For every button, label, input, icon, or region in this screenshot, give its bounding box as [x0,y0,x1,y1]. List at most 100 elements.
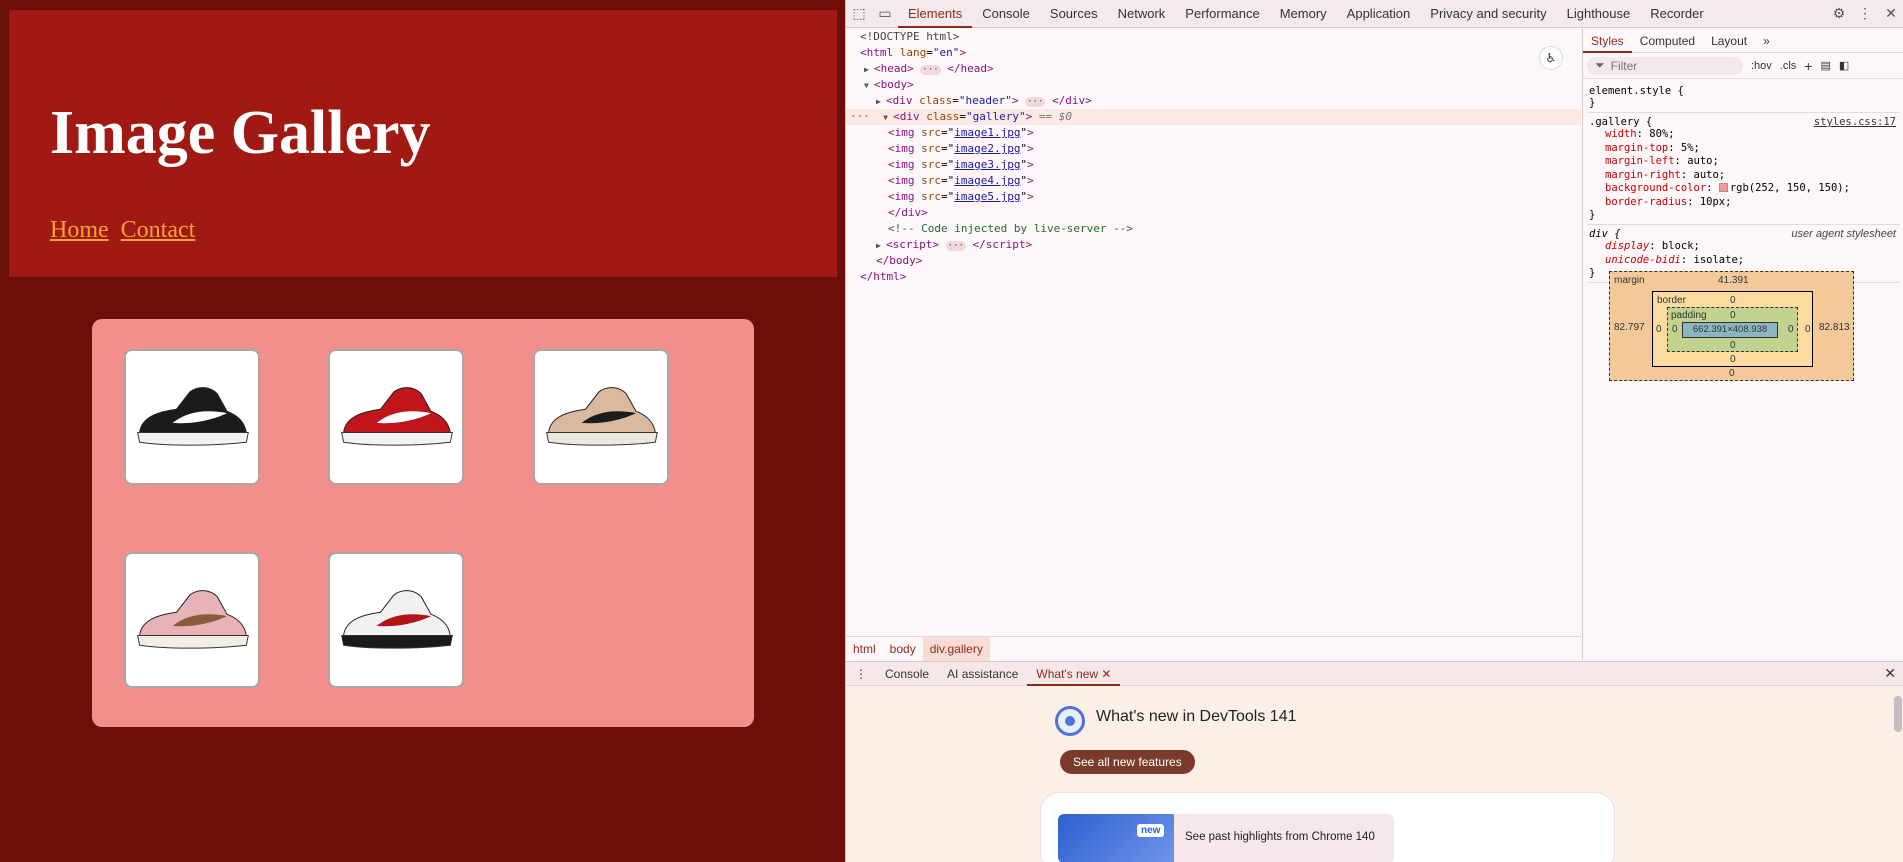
nav-link-contact[interactable]: Contact [121,217,196,243]
dom-div-gallery[interactable]: ··· ▼ <div class="gallery"> == $0 [850,109,1072,125]
styles-filter-input[interactable] [1610,58,1731,73]
expand-triangle-icon[interactable]: ▶ [876,238,886,254]
dom-html[interactable]: <html lang="en"> [860,45,966,61]
dom-img[interactable]: <img src="image3.jpg"> [888,157,1034,173]
rule-gallery[interactable]: .gallery { styles.css:17 width: 80%; marg… [1587,113,1900,225]
box-model-border[interactable]: border 0 0 0 0 padding 0 0 0 0 662.391×4… [1652,291,1813,367]
paint-brush-icon[interactable]: ▤ [1820,59,1830,72]
page-viewport: Image Gallery Home Contact [0,0,845,862]
margin-left-value[interactable]: 82.797 [1614,322,1645,333]
accessibility-tree-icon[interactable]: ♿ [1539,46,1563,70]
drawer-tab-ai-assistance[interactable]: AI assistance [938,662,1027,686]
ellipsis-icon[interactable]: ··· [920,65,941,75]
tab-performance[interactable]: Performance [1175,0,1269,28]
img-src-link[interactable]: image1.jpg [954,126,1020,139]
dom-div-header[interactable]: ▶ <div class="header"> ··· </div> [876,93,1092,109]
padding-right-value[interactable]: 0 [1788,324,1794,335]
css-property[interactable]: display: block; [1589,240,1898,254]
padding-left-value[interactable]: 0 [1672,324,1678,335]
tab-network[interactable]: Network [1108,0,1176,28]
dom-doctype[interactable]: <!DOCTYPE html> [860,29,959,45]
expand-triangle-icon[interactable]: ▶ [876,94,886,110]
ellipsis-icon[interactable]: ··· [945,241,966,251]
dom-html-close[interactable]: </html> [860,269,906,285]
see-all-features-button[interactable]: See all new features [1060,750,1195,774]
drawer-scrollbar[interactable] [1894,696,1902,732]
drawer-menu-icon[interactable]: ⋮ [846,662,876,686]
toggle-sidebar-icon[interactable]: ◧ [1839,59,1849,72]
box-model-margin[interactable]: margin 41.391 82.797 82.813 0 border 0 0… [1609,271,1854,381]
hov-button[interactable]: :hov [1751,60,1772,72]
margin-bottom-value[interactable]: 0 [1729,368,1735,379]
css-property[interactable]: background-color: rgb(252, 150, 150); [1589,182,1898,196]
device-toolbar-icon[interactable]: ▭ [872,0,898,28]
close-drawer-icon[interactable]: ✕ [1884,665,1896,682]
dom-comment[interactable]: <!-- Code injected by live-server --> [888,221,1133,237]
expand-triangle-icon[interactable]: ▶ [864,62,874,78]
border-top-value[interactable]: 0 [1730,295,1736,306]
tab-layout[interactable]: Layout [1703,29,1755,53]
tab-memory[interactable]: Memory [1270,0,1337,28]
cls-button[interactable]: .cls [1780,60,1797,72]
tab-elements[interactable]: Elements [898,0,973,28]
border-right-value[interactable]: 0 [1805,324,1811,335]
css-property[interactable]: margin-top: 5%; [1589,142,1898,156]
dom-div-close[interactable]: </div> [888,205,928,221]
color-swatch-icon[interactable] [1718,183,1728,192]
css-property[interactable]: width: 80%; [1589,128,1898,142]
css-property[interactable]: margin-right: auto; [1589,169,1898,183]
more-tabs-chevron-icon[interactable]: » [1755,29,1778,53]
tab-recorder[interactable]: Recorder [1640,0,1713,28]
inspect-element-icon[interactable]: ⬚ [846,0,872,28]
dom-img[interactable]: <img src="image4.jpg"> [888,173,1034,189]
dom-head[interactable]: ▶ <head> ··· </head> [864,61,994,77]
tab-application[interactable]: Application [1337,0,1421,28]
img-src-link[interactable]: image4.jpg [954,174,1020,187]
tab-styles[interactable]: Styles [1583,29,1632,53]
past-highlights-link[interactable]: new See past highlights from Chrome 140 [1058,814,1394,862]
border-bottom-value[interactable]: 0 [1730,354,1736,365]
tab-privacy-security[interactable]: Privacy and security [1420,0,1556,28]
rule-element-style[interactable]: element.style { } [1587,82,1900,113]
dom-body[interactable]: ▼ <body> [864,77,914,93]
ellipsis-icon[interactable]: ··· [1025,97,1046,107]
margin-right-value[interactable]: 82.813 [1819,322,1850,333]
settings-gear-icon[interactable]: ⚙ [1826,0,1852,28]
tab-computed[interactable]: Computed [1632,29,1703,53]
padding-top-value[interactable]: 0 [1730,310,1736,321]
collapse-triangle-icon[interactable]: ▼ [883,110,893,126]
tab-lighthouse[interactable]: Lighthouse [1557,0,1641,28]
breadcrumb-body[interactable]: body [883,637,923,661]
close-devtools-icon[interactable]: ✕ [1878,0,1903,28]
img-src-link[interactable]: image3.jpg [954,158,1020,171]
breadcrumb-div-gallery[interactable]: div.gallery [922,636,990,661]
box-model-padding[interactable]: padding 0 0 0 0 662.391×408.938 [1667,307,1798,352]
img-src-link[interactable]: image5.jpg [954,190,1020,203]
border-left-value[interactable]: 0 [1656,324,1662,335]
more-options-icon[interactable]: ⋮ [1852,0,1878,28]
css-property[interactable]: unicode-bidi: isolate; [1589,254,1898,268]
gallery-image [328,552,464,688]
dom-script[interactable]: ▶ <script> ··· </script> [876,237,1032,253]
collapse-triangle-icon[interactable]: ▼ [864,78,874,94]
dom-body-close[interactable]: </body> [876,253,922,269]
img-src-link[interactable]: image2.jpg [954,142,1020,155]
tab-console[interactable]: Console [972,0,1040,28]
dom-img[interactable]: <img src="image1.jpg"> [888,125,1034,141]
add-rule-plus-icon[interactable]: + [1804,58,1812,74]
drawer-tab-whats-new[interactable]: What's new ✕ [1027,662,1121,686]
breadcrumb-html[interactable]: html [846,637,883,661]
margin-top-value[interactable]: 41.391 [1718,275,1749,286]
close-tab-icon[interactable]: ✕ [1101,667,1111,681]
drawer-tab-console[interactable]: Console [876,662,938,686]
tab-sources[interactable]: Sources [1040,0,1108,28]
nav-link-home[interactable]: Home [50,217,109,243]
row-more-icon[interactable]: ··· [850,110,870,123]
rule-source-link[interactable]: styles.css:17 [1814,116,1896,128]
box-model-content[interactable]: 662.391×408.938 [1682,322,1778,338]
padding-bottom-value[interactable]: 0 [1730,340,1736,351]
dom-img[interactable]: <img src="image2.jpg"> [888,141,1034,157]
css-property[interactable]: margin-left: auto; [1589,155,1898,169]
css-property[interactable]: border-radius: 10px; [1589,196,1898,210]
dom-img[interactable]: <img src="image5.jpg"> [888,189,1034,205]
